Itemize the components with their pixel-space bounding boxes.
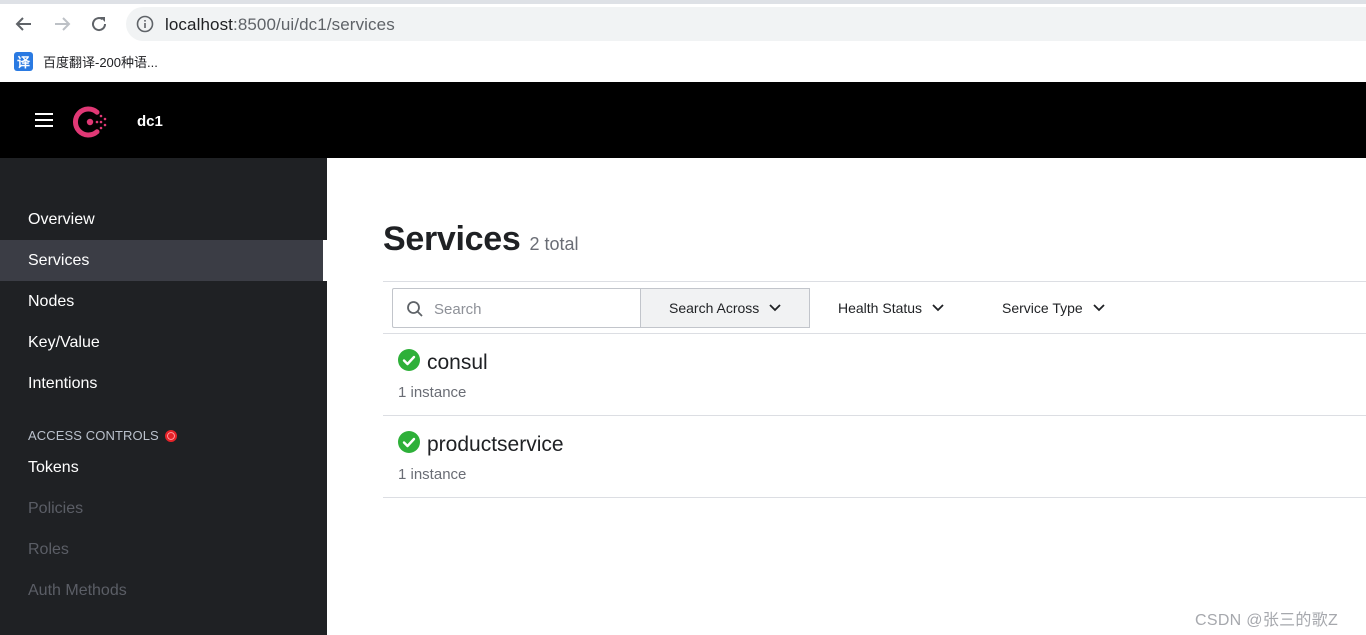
sidebar-item-overview[interactable]: Overview	[0, 199, 323, 240]
access-controls-heading: ACCESS CONTROLS	[28, 428, 177, 443]
url-text: localhost:8500/ui/dc1/services	[165, 15, 395, 35]
info-icon[interactable]	[136, 15, 154, 33]
alert-dot-icon[interactable]	[164, 429, 177, 442]
search-icon	[407, 301, 423, 317]
service-name[interactable]: consul	[427, 351, 488, 375]
arrow-right-icon	[55, 17, 71, 31]
search-across-dropdown[interactable]: Search Across	[640, 288, 810, 328]
arrow-left-icon	[15, 17, 31, 31]
sidebar-item-key-value[interactable]: Key/Value	[0, 322, 323, 363]
service-type-label: Service Type	[1002, 300, 1083, 316]
filter-bar: Search Search Across Health Status Servi…	[383, 281, 1366, 334]
sidebar-item-auth-methods: Auth Methods	[28, 581, 127, 599]
health-status-dropdown[interactable]: Health Status	[838, 288, 944, 328]
reload-button[interactable]	[85, 10, 113, 38]
sidebar-item-policies: Policies	[28, 499, 84, 517]
reload-icon	[92, 17, 107, 32]
url-path: :8500/ui/dc1/services	[233, 15, 395, 34]
sidebar-item-services[interactable]: Services	[0, 240, 323, 281]
check-circle-icon	[398, 349, 420, 371]
service-row-productservice[interactable]: productservice 1 instance	[383, 416, 1366, 498]
app-header: dc1	[0, 82, 1366, 158]
service-type-dropdown[interactable]: Service Type	[1002, 288, 1105, 328]
browser-toolbar: localhost:8500/ui/dc1/services	[0, 4, 1366, 44]
bookmark-baidu-translate[interactable]: 译 百度翻译-200种语...	[14, 50, 158, 72]
consul-logo-icon[interactable]	[72, 103, 110, 141]
page-header: Services 2 total	[383, 220, 579, 259]
services-total: 2 total	[529, 234, 579, 254]
sidebar-item-nodes[interactable]: Nodes	[0, 281, 323, 322]
sidebar-item-tokens[interactable]: Tokens	[0, 447, 323, 488]
chevron-down-icon	[1093, 304, 1105, 312]
bookmark-label: 百度翻译-200种语...	[43, 54, 158, 70]
search-input[interactable]: Search	[392, 288, 641, 328]
chevron-down-icon	[932, 304, 944, 312]
service-instance-count: 1 instance	[398, 466, 467, 483]
forward-button[interactable]	[48, 10, 76, 38]
service-name[interactable]: productservice	[427, 433, 564, 457]
datacenter-selector[interactable]: dc1	[137, 113, 163, 130]
address-bar[interactable]: localhost:8500/ui/dc1/services	[126, 7, 1366, 41]
bookmarks-bar: 译 百度翻译-200种语...	[0, 44, 1366, 82]
chevron-down-icon	[769, 304, 781, 312]
search-placeholder: Search	[434, 301, 482, 318]
url-host: localhost	[165, 15, 233, 34]
check-circle-icon	[398, 431, 420, 453]
watermark: CSDN @张三的歌Z	[1195, 612, 1339, 629]
main-content: Services 2 total Search Search Across He…	[327, 158, 1366, 635]
section-label: ACCESS CONTROLS	[28, 428, 159, 443]
sidebar: Overview Services Nodes Key/Value Intent…	[0, 158, 327, 635]
health-status-label: Health Status	[838, 300, 923, 316]
search-across-label: Search Across	[669, 300, 760, 316]
service-instance-count: 1 instance	[398, 384, 467, 401]
back-button[interactable]	[10, 10, 38, 38]
sidebar-item-roles: Roles	[28, 540, 69, 558]
service-row-consul[interactable]: consul 1 instance	[383, 334, 1366, 416]
sidebar-item-intentions[interactable]: Intentions	[0, 363, 323, 404]
page-title: Services	[383, 220, 521, 258]
translate-icon: 译	[14, 51, 33, 71]
hamburger-icon[interactable]	[34, 111, 54, 129]
